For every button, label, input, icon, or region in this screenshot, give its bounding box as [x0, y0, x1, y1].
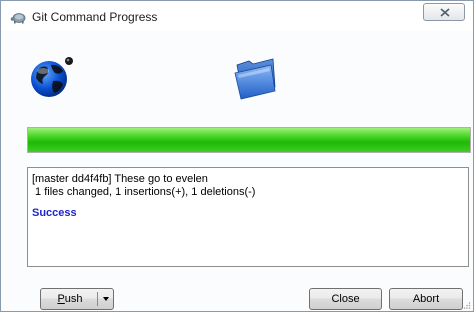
progress-fill	[28, 128, 470, 152]
chevron-down-icon[interactable]	[103, 297, 109, 301]
folder-icon	[234, 58, 276, 100]
title-bar: Git Command Progress	[1, 1, 473, 31]
close-button[interactable]: Close	[309, 288, 382, 310]
log-line-commit: [master dd4f4fb] These go to evelen	[32, 173, 208, 185]
push-accelerator: P	[57, 293, 65, 305]
git-progress-window: Git Command Progress [master dd4f4fb] Th…	[0, 0, 474, 312]
log-line-stats: 1 files changed, 1 insertions(+), 1 dele…	[32, 186, 256, 198]
globe-icon	[31, 57, 73, 97]
window-close-button[interactable]	[423, 3, 465, 21]
push-button-label: Push	[47, 289, 93, 309]
window-title: Git Command Progress	[32, 10, 158, 24]
push-label-rest: ush	[64, 293, 83, 305]
resize-grip-icon[interactable]	[463, 301, 471, 309]
abort-button[interactable]: Abort	[389, 288, 463, 310]
split-divider	[97, 292, 98, 306]
tortoisegit-icon	[10, 13, 26, 24]
output-log[interactable]: [master dd4f4fb] These go to evelen 1 fi…	[27, 167, 469, 267]
push-split-button[interactable]: Push	[40, 288, 114, 310]
result-status: Success	[32, 207, 77, 219]
progress-bar	[27, 127, 471, 153]
close-icon	[440, 8, 450, 17]
